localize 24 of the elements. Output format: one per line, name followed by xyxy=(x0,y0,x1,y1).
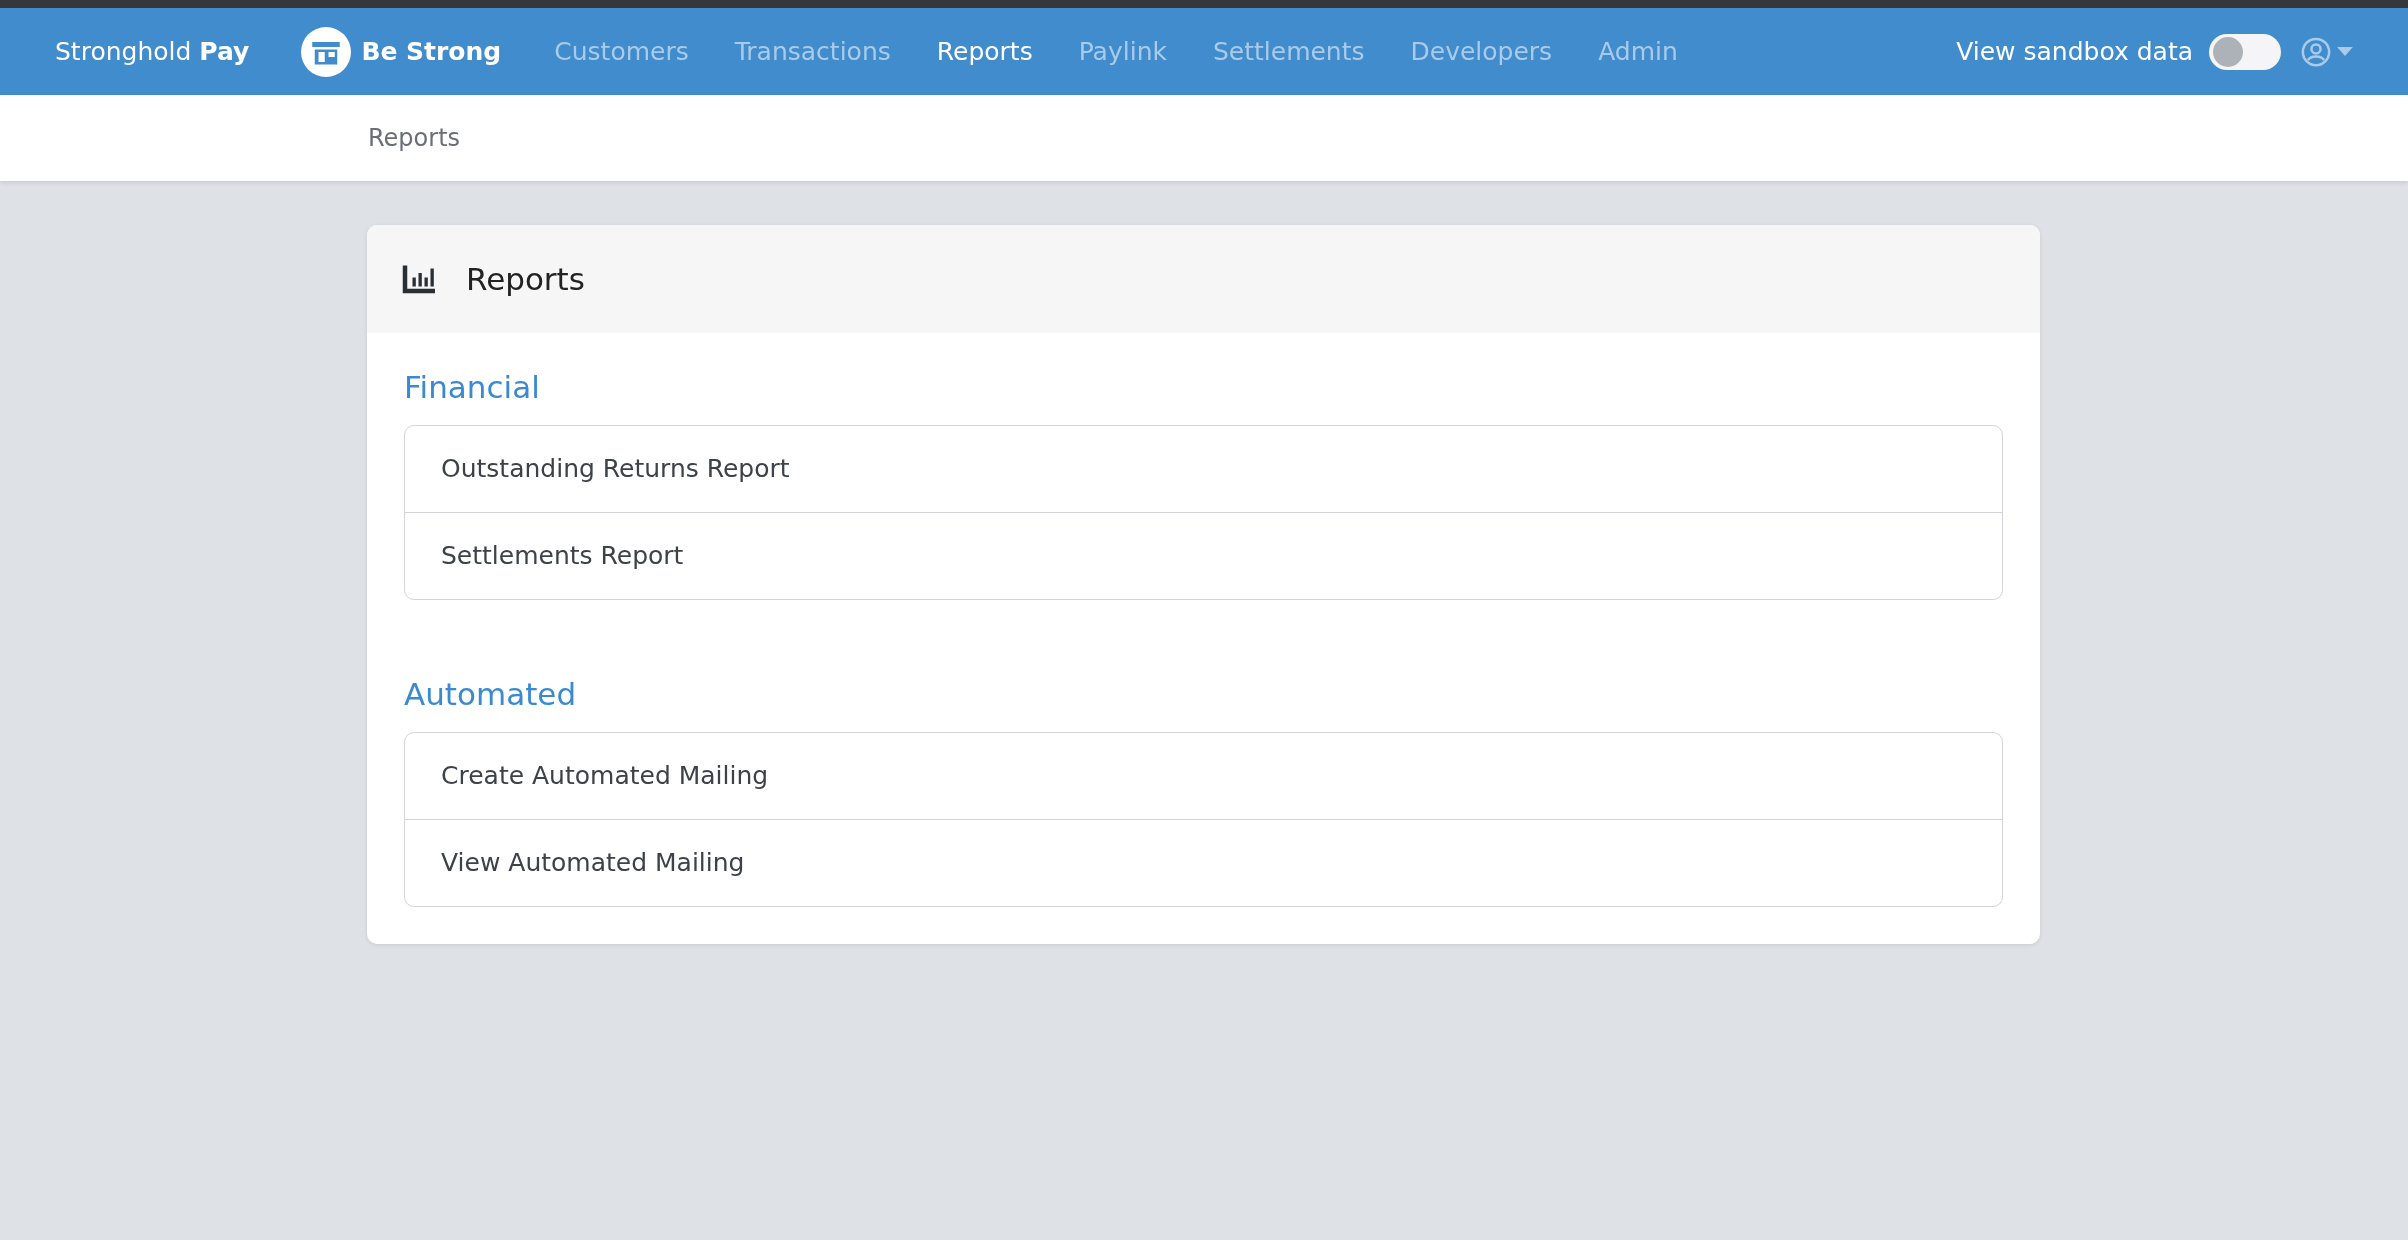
brand-logo[interactable]: Stronghold Pay xyxy=(55,37,250,66)
storefront-icon xyxy=(301,26,352,77)
report-link[interactable]: Settlements Report xyxy=(405,512,2002,599)
caret-icon xyxy=(2337,47,2353,56)
report-link[interactable]: Create Automated Mailing xyxy=(405,733,2002,819)
sandbox-label: View sandbox data xyxy=(1956,37,2193,66)
user-avatar-icon xyxy=(2301,36,2331,67)
nav-link[interactable]: Paylink xyxy=(1055,37,1190,66)
sandbox-toggle[interactable] xyxy=(2209,33,2281,70)
nav-link[interactable]: Reports xyxy=(913,37,1056,66)
nav-link[interactable]: Developers xyxy=(1387,37,1576,66)
report-link[interactable]: View Automated Mailing xyxy=(405,819,2002,906)
report-link[interactable]: Outstanding Returns Report xyxy=(405,426,2002,512)
breadcrumb: Reports xyxy=(368,124,461,152)
merchant-name[interactable]: Be Strong xyxy=(361,37,502,66)
nav-link[interactable]: Admin xyxy=(1575,37,1701,66)
nav-link[interactable]: Transactions xyxy=(711,37,914,66)
section-heading: Financial xyxy=(404,369,541,405)
user-menu-button[interactable] xyxy=(2301,36,2353,67)
nav-link[interactable]: Settlements xyxy=(1189,37,1388,66)
bar-chart-icon xyxy=(402,264,438,294)
card-title: Reports xyxy=(466,261,585,297)
section-heading: Automated xyxy=(404,676,578,712)
nav-link[interactable]: Customers xyxy=(531,37,712,66)
